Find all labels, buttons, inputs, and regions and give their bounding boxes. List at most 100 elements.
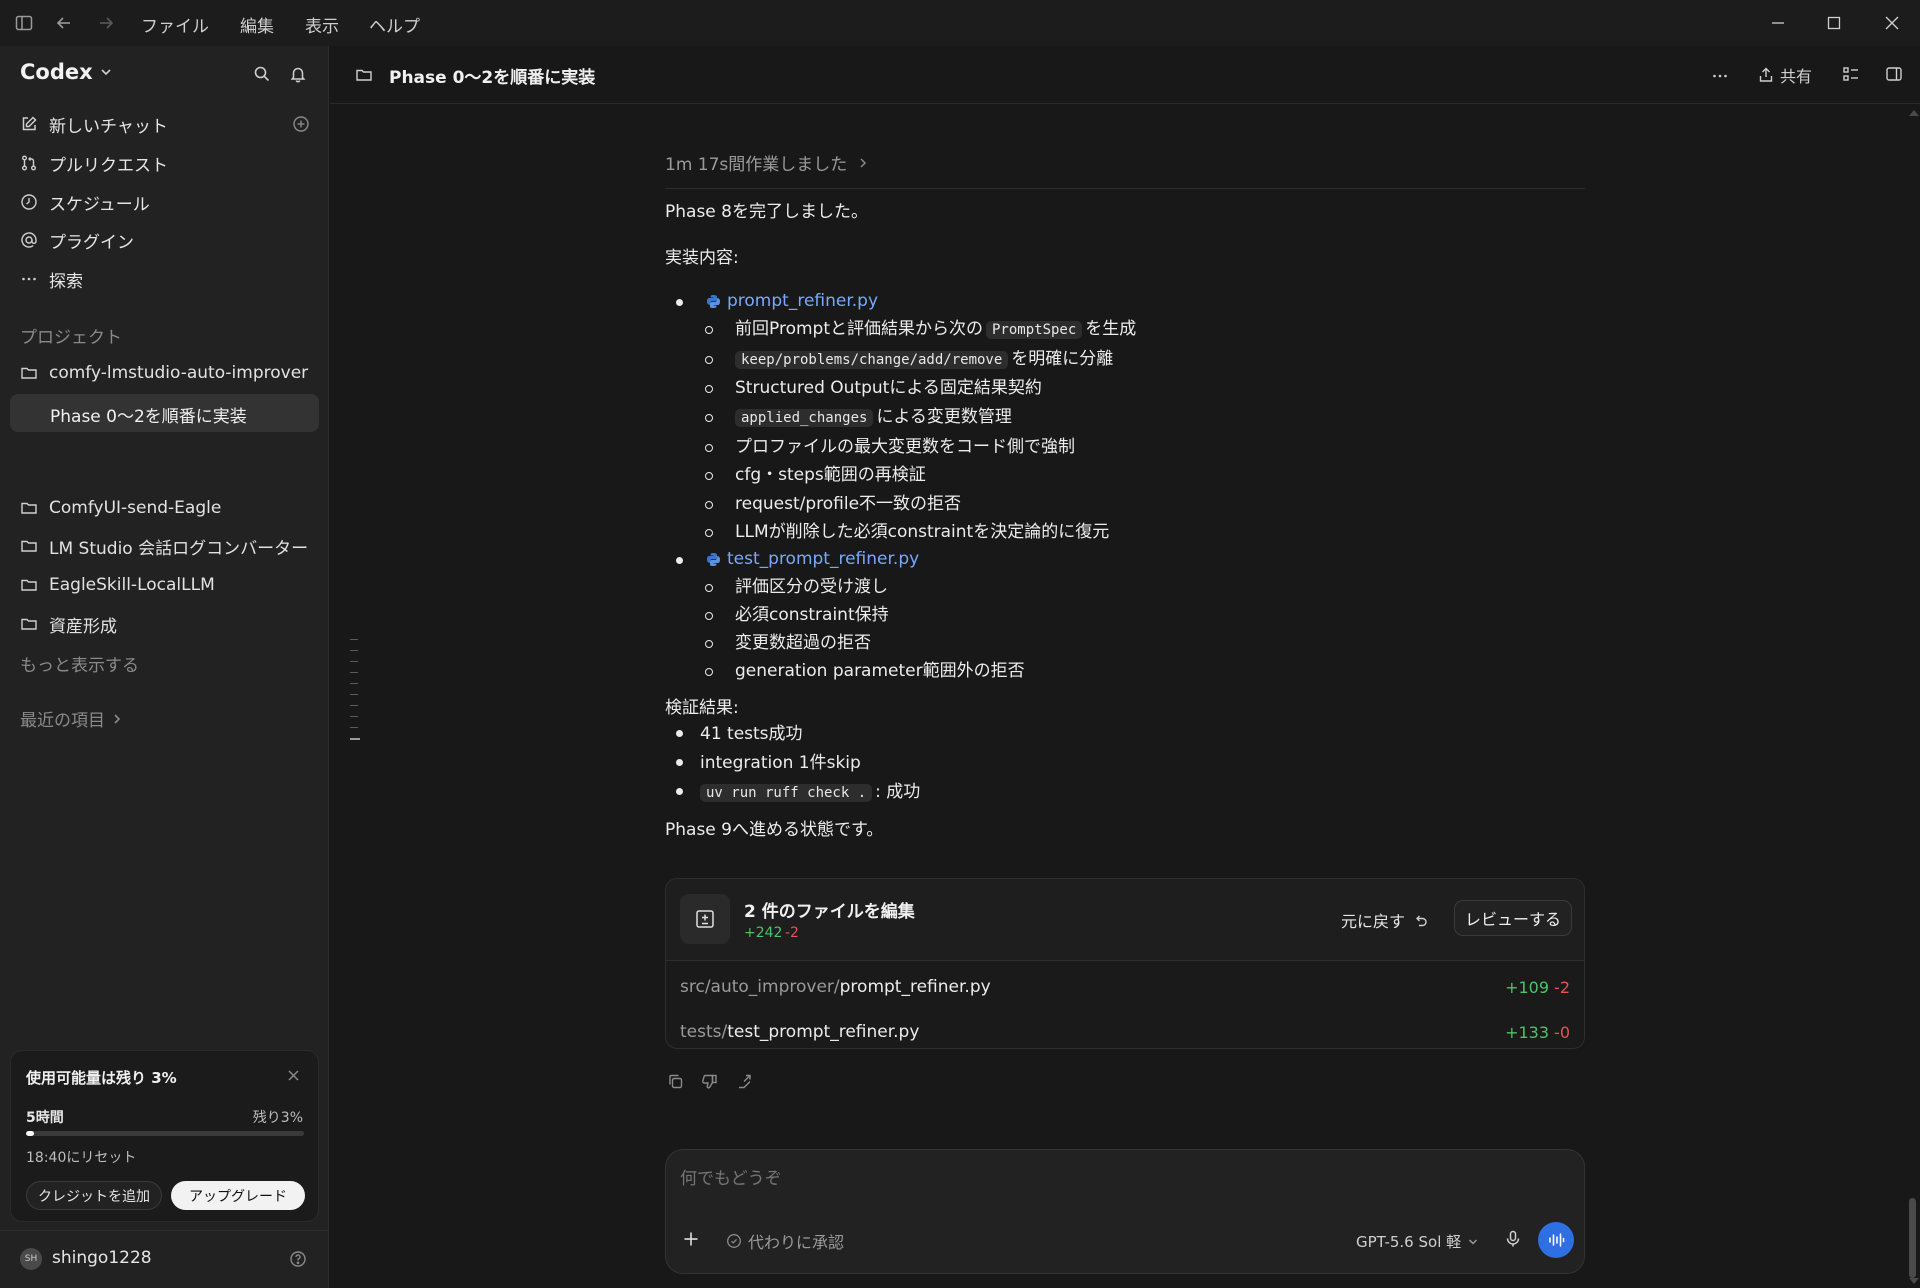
project-item[interactable]: ComfyUI-send-Eagle xyxy=(20,494,221,522)
sidebar: Codex 新しいチャット プルリクエスト スケジュール プラグイン 探索 プロ… xyxy=(0,46,329,1288)
list-item: 変更数超過の拒否 xyxy=(735,633,871,653)
next-step-text: Phase 9へ進める状態です。 xyxy=(665,820,884,840)
list-item-text: を生成 xyxy=(1085,319,1137,339)
close-icon[interactable] xyxy=(1880,11,1904,35)
scrollbar[interactable] xyxy=(1905,104,1920,1288)
thread-label: Phase 0〜2を順番に実装 xyxy=(50,407,247,427)
folder-icon xyxy=(20,537,38,555)
undo-button[interactable]: 元に戻す xyxy=(1341,908,1428,932)
undo-icon xyxy=(1413,913,1428,928)
close-icon[interactable] xyxy=(287,1069,300,1082)
list-item: 評価区分の受け渡し xyxy=(735,577,888,597)
fork-icon[interactable] xyxy=(736,1073,753,1090)
page-title: Phase 0〜2を順番に実装 xyxy=(389,68,596,88)
review-button[interactable]: レビューする xyxy=(1454,900,1572,936)
menu-view[interactable]: 表示 xyxy=(305,12,339,37)
list-item: applied_changes による変更数管理 xyxy=(735,405,1012,430)
menu-edit[interactable]: 編集 xyxy=(240,12,274,37)
list-icon[interactable] xyxy=(1842,65,1860,83)
share-label: 共有 xyxy=(1780,67,1813,86)
minimize-icon[interactable] xyxy=(1766,11,1790,35)
clock-icon xyxy=(20,193,38,211)
sidebar-item-label: プルリクエスト xyxy=(49,155,168,176)
sidebar-item-label: 新しいチャット xyxy=(49,116,168,137)
help-icon[interactable] xyxy=(289,1250,307,1268)
more-icon[interactable] xyxy=(1711,67,1729,85)
sidebar-toggle-icon[interactable] xyxy=(14,13,34,33)
sidebar-item-label: 探索 xyxy=(49,271,83,292)
python-icon xyxy=(706,294,721,309)
voice-mode-button[interactable] xyxy=(1538,1222,1574,1258)
user-name[interactable]: shingo1228 xyxy=(52,1248,152,1268)
at-icon xyxy=(20,231,38,249)
folder-icon xyxy=(20,499,38,517)
menu-help[interactable]: ヘルプ xyxy=(369,12,420,37)
project-item[interactable]: LM Studio 会話ログコンバーター xyxy=(20,532,308,560)
message-input[interactable] xyxy=(680,1166,1560,1192)
panel-toggle-icon[interactable] xyxy=(1885,65,1903,83)
user-footer: SH shingo1228 xyxy=(0,1230,329,1288)
file-link-label: prompt_refiner.py xyxy=(727,291,879,311)
inline-code: PromptSpec xyxy=(986,321,1083,339)
thread-item-active[interactable]: Phase 0〜2を順番に実装 xyxy=(10,394,319,432)
sidebar-item-new-chat[interactable]: 新しいチャット xyxy=(20,110,310,138)
project-item[interactable]: 資産形成 xyxy=(20,610,117,638)
impl-heading: 実装内容: xyxy=(665,248,739,268)
folder-icon xyxy=(20,364,38,382)
copy-icon[interactable] xyxy=(667,1073,684,1090)
folder-icon xyxy=(355,66,373,84)
app-switcher[interactable]: Codex xyxy=(20,60,113,84)
list-item: LLMが削除した必須constraintを決定論的に復元 xyxy=(735,522,1110,542)
bell-icon[interactable] xyxy=(289,65,307,83)
lines-removed: -2 xyxy=(785,925,799,941)
file-name: test_prompt_refiner.py xyxy=(727,1022,920,1042)
sidebar-item-pull-requests[interactable]: プルリクエスト xyxy=(20,149,168,177)
back-arrow-icon[interactable] xyxy=(54,13,74,33)
add-credit-button[interactable]: クレジットを追加 xyxy=(26,1181,162,1210)
sidebar-item-explore[interactable]: 探索 xyxy=(20,265,83,293)
approve-label: 代わりに承認 xyxy=(748,1233,845,1252)
file-row[interactable]: tests/ test_prompt_refiner.py +133 -0 xyxy=(680,1018,1570,1046)
file-name: prompt_refiner.py xyxy=(839,977,991,997)
upgrade-button[interactable]: アップグレード xyxy=(171,1181,305,1210)
projects-heading: プロジェクト xyxy=(20,328,122,348)
show-more-link[interactable]: もっと表示する xyxy=(20,651,139,676)
share-button[interactable]: 共有 xyxy=(1758,63,1812,87)
menu-file[interactable]: ファイル xyxy=(141,12,209,37)
microphone-icon[interactable] xyxy=(1504,1230,1522,1248)
avatar[interactable]: SH xyxy=(20,1248,42,1270)
list-item: 前回Promptと評価結果から次の PromptSpec を生成 xyxy=(735,317,1136,342)
edit-icon xyxy=(20,115,38,133)
header: Phase 0〜2を順番に実装 共有 xyxy=(330,46,1920,104)
chevron-right-icon xyxy=(111,713,123,725)
maximize-icon[interactable] xyxy=(1822,11,1846,35)
add-circle-icon[interactable] xyxy=(292,115,310,133)
plus-icon[interactable] xyxy=(682,1230,700,1248)
thumbs-down-icon[interactable] xyxy=(701,1073,718,1090)
shield-icon xyxy=(726,1233,742,1249)
chat-message: 1m 17s間作業しました Phase 8を完了しました。 実装内容: prom… xyxy=(665,150,1585,950)
project-item[interactable]: EagleSkill-LocalLLM xyxy=(20,571,215,599)
sidebar-item-plugins[interactable]: プラグイン xyxy=(20,226,134,254)
search-icon[interactable] xyxy=(253,65,271,83)
file-dir: src/auto_improver/ xyxy=(680,977,840,997)
share-icon xyxy=(1758,67,1774,83)
worked-summary[interactable]: 1m 17s間作業しました xyxy=(665,150,869,175)
file-link-prompt-refiner[interactable]: prompt_refiner.py xyxy=(706,291,878,311)
more-icon xyxy=(20,270,38,288)
file-link-test-prompt-refiner[interactable]: test_prompt_refiner.py xyxy=(706,549,919,569)
approve-toggle[interactable]: 代わりに承認 xyxy=(726,1229,844,1253)
lines-added: +242 xyxy=(744,925,783,941)
file-lines-removed: -2 xyxy=(1554,977,1570,997)
sidebar-item-label: プラグイン xyxy=(49,232,134,253)
timeline-ticks[interactable] xyxy=(350,639,360,740)
file-diff-icon xyxy=(680,894,730,944)
recent-items-link[interactable]: 最近の項目 xyxy=(20,706,123,731)
project-label: comfy-lmstudio-auto-improver xyxy=(49,363,309,383)
model-selector[interactable]: GPT-5.6 Sol 軽 xyxy=(1356,1231,1479,1252)
sidebar-item-schedule[interactable]: スケジュール xyxy=(20,188,150,216)
worked-label: 1m 17s間作業しました xyxy=(665,155,848,175)
forward-arrow-icon[interactable] xyxy=(96,13,116,33)
project-item[interactable]: comfy-lmstudio-auto-improver xyxy=(20,359,308,387)
file-row[interactable]: src/auto_improver/ prompt_refiner.py +10… xyxy=(680,973,1570,1001)
